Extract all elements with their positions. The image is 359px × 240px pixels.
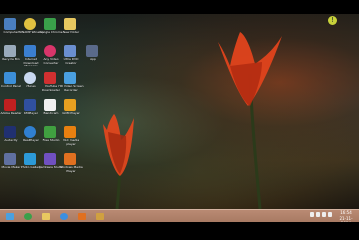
computer-icon <box>4 18 16 30</box>
camtasia-icon <box>44 153 56 165</box>
control-panel-icon <box>4 72 16 84</box>
google-chrome-icon <box>44 18 56 30</box>
kmplayer-icon <box>24 99 36 111</box>
chrome-taskbar-button[interactable] <box>20 211 36 222</box>
folder-icon <box>64 18 76 30</box>
winamp-icon <box>24 18 36 30</box>
desktop-icon-app[interactable]: App <box>82 45 104 71</box>
desktop-icon-gom-player[interactable]: GOM Player <box>60 99 82 125</box>
internet-explorer-icon <box>60 213 68 220</box>
hd-video-icon <box>64 72 76 84</box>
folder-icon <box>42 213 50 220</box>
media-player-icon <box>64 153 76 165</box>
volume-icon[interactable] <box>322 212 326 217</box>
desktop-icon-hd-video[interactable]: HD Video Screen Recorder <box>58 72 84 98</box>
desktop-icon-vlc[interactable]: VLC media player <box>60 126 82 152</box>
chrome-icon <box>24 213 32 220</box>
start-button[interactable] <box>2 211 18 222</box>
audacity-icon <box>4 126 16 138</box>
movie-maker-icon <box>4 153 16 165</box>
ultra-dvd-creator-icon <box>64 45 76 57</box>
letterbox-bottom <box>0 222 359 240</box>
desktop-icon-ultra-dvd[interactable]: Ultra DVD Creator <box>60 45 82 71</box>
adobe-reader-icon <box>4 99 16 111</box>
network-icon[interactable] <box>316 212 320 217</box>
app-icon <box>86 45 98 57</box>
desktop-wallpaper[interactable]: Computer WINAMP Winamp Google Chrome New… <box>0 14 359 209</box>
ie-taskbar-button[interactable] <box>56 211 72 222</box>
realplayer-icon <box>24 126 36 138</box>
desktop-icon-new-folder[interactable]: New folder <box>60 18 82 44</box>
windows-logo-icon <box>6 213 14 220</box>
show-hidden-icons-icon[interactable] <box>310 212 314 217</box>
bandicam-icon <box>44 99 56 111</box>
media-taskbar-button[interactable] <box>74 211 90 222</box>
letterbox-top <box>0 0 359 14</box>
media-player-icon <box>78 213 86 220</box>
explorer-taskbar-button[interactable] <box>38 211 54 222</box>
app-taskbar-button[interactable] <box>92 211 108 222</box>
flag-icon[interactable] <box>328 212 332 217</box>
gom-player-icon <box>64 99 76 111</box>
itunes-icon <box>24 72 36 84</box>
app-icon <box>96 213 104 220</box>
internet-download-icon <box>24 45 36 57</box>
free-studio-icon <box>44 126 56 138</box>
vlc-icon <box>64 126 76 138</box>
taskbar: 16:54 21-11-2014 <box>0 209 359 226</box>
any-video-converter-icon <box>44 45 56 57</box>
notification-badge[interactable]: ! <box>328 16 337 25</box>
photo-gallery-icon <box>24 153 36 165</box>
youtube-downloader-icon <box>44 72 56 84</box>
recycle-bin-icon <box>4 45 16 57</box>
desktop-icon-media-player[interactable]: Windows Media Player <box>59 153 83 179</box>
